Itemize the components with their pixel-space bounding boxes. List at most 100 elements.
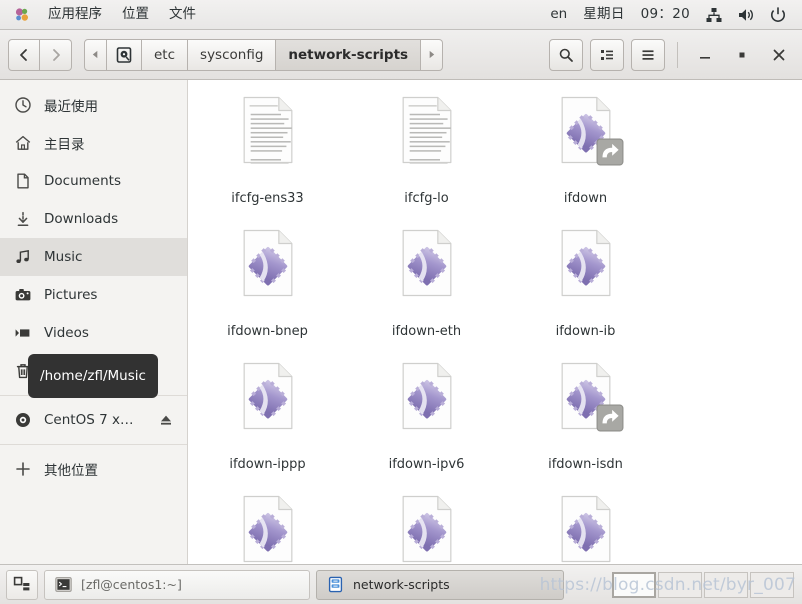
workspace-pager[interactable] [612,571,794,598]
window-tile-icon [13,576,30,590]
breadcrumb-item-sysconfig[interactable]: sysconfig [188,38,277,71]
file-name-label: ifdown-bnep [227,324,308,339]
sidebar-item-other-locations[interactable]: 其他位置 [0,450,187,488]
file-item[interactable]: ifdown-ipv6 [347,354,506,487]
menu-button[interactable] [631,38,665,71]
breadcrumb-item-network-scripts[interactable]: network-scripts [276,38,422,71]
file-item[interactable] [347,487,506,564]
sidebar-item-documents[interactable]: Documents [0,162,187,200]
script-file-icon [552,96,623,188]
maximize-button[interactable] [727,40,757,70]
sidebar-item-home[interactable]: 主目录 [0,124,187,162]
download-icon [17,211,29,227]
workspace-thumb[interactable] [704,571,748,598]
gnome-foot-icon [15,7,28,21]
tooltip-text: /home/zfl/Music [40,368,146,384]
clock-icon [15,97,31,113]
search-icon [559,48,573,62]
script-file-icon [234,362,302,454]
sidebar-item-label: Documents [44,173,121,189]
minimize-icon [700,56,710,59]
breadcrumb-scroll-left[interactable] [84,38,107,71]
sidebar-item-downloads[interactable]: Downloads [0,200,187,238]
gnome-top-panel: 应用程序 位置 文件 en 星期日 09：20 [0,0,802,30]
power-glyph-icon [771,6,785,22]
sidebar-item-label: 主目录 [44,137,85,153]
script-file-icon [552,229,620,321]
hamburger-menu-icon [642,49,654,60]
file-item[interactable]: ifcfg-ens33 [188,88,347,221]
back-button[interactable] [8,38,40,71]
headerbar-tools [549,38,794,71]
volume-icon[interactable] [730,2,762,28]
file-name-label: ifdown-ippp [229,457,306,472]
sidebar-item-recent[interactable]: 最近使用 [0,86,187,124]
file-item[interactable]: ifdown [506,88,665,221]
file-item[interactable]: ifdown-isdn [506,354,665,487]
sidebar-item-label: 最近使用 [44,99,98,115]
file-name-label: ifdown-isdn [548,457,623,472]
script-file-icon [552,362,623,454]
menu-places[interactable]: 位置 [112,4,159,26]
volume-glyph-icon [739,8,753,21]
search-button[interactable] [549,38,583,71]
menu-files[interactable]: 文件 [159,4,206,26]
activities-logo-icon[interactable] [8,4,38,26]
plus-icon [16,462,30,476]
file-item[interactable]: ifcfg-lo [347,88,506,221]
sidebar-item-videos[interactable]: Videos [0,314,187,352]
minimize-button[interactable] [690,40,720,70]
workspace-thumb[interactable] [750,571,794,598]
sidebar-item-label: Downloads [44,211,119,227]
sidebar-item-pictures[interactable]: Pictures [0,276,187,314]
script-file-icon [393,362,461,454]
keyboard-layout-indicator[interactable]: en [542,4,575,26]
music-icon [16,249,29,263]
triangle-left-icon [92,50,98,59]
workspace-thumb[interactable] [658,571,702,598]
script-file-icon [552,495,620,564]
view-toggle-button[interactable] [590,38,624,71]
symlink-badge-icon [596,404,623,432]
taskbar-item-label: [zfl@centos1:~] [81,577,182,592]
list-view-icon [601,49,613,60]
file-item[interactable] [188,487,347,564]
network-icon[interactable] [698,2,730,28]
breadcrumb-scroll-right[interactable] [421,38,444,71]
taskbar-item-terminal[interactable]: [zfl@centos1:~] [44,569,310,600]
file-item[interactable]: ifdown-eth [347,221,506,354]
sidebar-item-music[interactable]: Music [0,238,187,276]
places-sidebar: 最近使用 主目录 Documents Downloads Music Pictu… [0,80,188,564]
file-item[interactable]: ifdown-ippp [188,354,347,487]
breadcrumb-item-etc[interactable]: etc [142,38,189,71]
menu-applications[interactable]: 应用程序 [38,4,112,26]
maximize-icon [739,52,745,57]
script-file-icon [234,229,302,321]
document-icon [17,173,29,189]
close-button[interactable] [764,40,794,70]
eject-icon[interactable] [159,413,173,427]
clock-day[interactable]: 星期日 [575,4,632,26]
taskbar-item-network-scripts[interactable]: network-scripts [316,569,564,600]
file-grid: ifcfg-ens33 ifcfg-lo ifdown ifdown-bnep … [188,88,802,564]
forward-button[interactable] [40,38,72,71]
workspace-switcher-icon[interactable] [6,569,38,600]
symlink-badge-icon [596,138,623,166]
file-name-label: ifcfg-lo [404,191,449,206]
file-item[interactable]: ifdown-ib [506,221,665,354]
file-item[interactable] [506,487,665,564]
breadcrumb-root-drive[interactable] [107,38,142,71]
file-list-view[interactable]: ifcfg-ens33 ifcfg-lo ifdown ifdown-bnep … [188,80,802,564]
clock-time[interactable]: 09：20 [633,4,698,26]
video-icon [15,329,30,337]
workspace-thumb[interactable] [612,571,656,598]
file-name-label: ifdown-ib [555,324,616,339]
sidebar-item-centos-volume[interactable]: CentOS 7 x… [0,401,187,439]
file-item[interactable]: ifdown-bnep [188,221,347,354]
camera-icon [15,289,31,301]
power-icon[interactable] [762,2,794,28]
close-icon [773,49,785,60]
file-name-label: ifdown-eth [391,324,462,339]
disc-icon [16,413,30,427]
breadcrumb: etc sysconfig network-scripts [84,38,444,71]
